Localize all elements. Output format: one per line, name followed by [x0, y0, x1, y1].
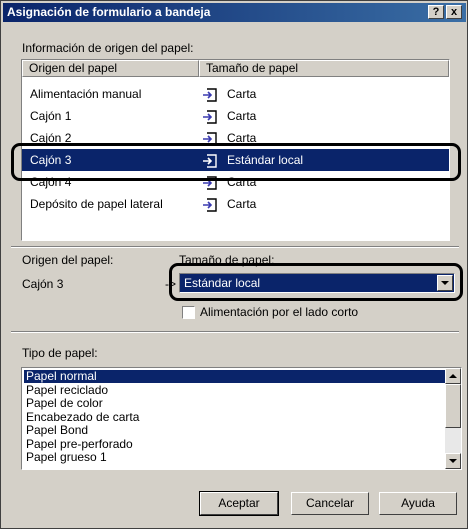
- scroll-down-icon[interactable]: [445, 453, 461, 469]
- help-icon[interactable]: ?: [428, 5, 444, 19]
- row-size: Carta: [227, 87, 257, 101]
- source-value: Cajón 3: [22, 277, 64, 291]
- list-item[interactable]: Papel normal: [24, 370, 445, 383]
- row-source: Depósito de papel lateral: [30, 197, 163, 211]
- list-item[interactable]: Papel Bond: [24, 424, 445, 437]
- help-button[interactable]: Ayuda: [379, 492, 457, 515]
- separator: [11, 331, 459, 333]
- scrollbar[interactable]: [445, 368, 461, 469]
- source-info-label: Información de origen del papel:: [22, 41, 194, 55]
- scroll-thumb[interactable]: [445, 384, 461, 428]
- column-header-size[interactable]: Tamaño de papel: [199, 60, 449, 77]
- source-field-label: Origen del papel:: [22, 253, 114, 267]
- list-item[interactable]: Papel grueso 1: [24, 451, 445, 464]
- callout-selected-row: [11, 143, 461, 181]
- column-header-source[interactable]: Origen del papel: [22, 60, 199, 77]
- paper-type-label: Tipo de papel:: [22, 346, 98, 360]
- table-row[interactable]: Cajón 1 Carta: [22, 105, 449, 127]
- row-size: Carta: [227, 197, 257, 211]
- window-title: Asignación de formulario a bandeja: [7, 5, 211, 19]
- title-bar[interactable]: Asignación de formulario a bandeja ? x: [3, 3, 466, 22]
- list-item[interactable]: Encabezado de carta: [24, 410, 445, 424]
- tray-assignment-dialog: Asignación de formulario a bandeja ? x I…: [0, 0, 468, 529]
- paper-type-list[interactable]: Papel normal Papel reciclado Papel de colo…: [21, 367, 462, 470]
- scroll-up-icon[interactable]: [445, 368, 461, 384]
- list-item[interactable]: Papel pre-perforado: [24, 437, 445, 451]
- row-size: Carta: [227, 109, 257, 123]
- table-row[interactable]: Depósito de papel lateral Carta: [22, 193, 449, 215]
- table-row[interactable]: Alimentación manual Carta: [22, 83, 449, 105]
- row-source: Alimentación manual: [30, 87, 142, 101]
- short-edge-label: Alimentación por el lado corto: [200, 305, 359, 319]
- list-item[interactable]: Papel de color: [24, 397, 445, 410]
- list-item[interactable]: Papel reciclado: [24, 383, 445, 397]
- paper-in-icon: [202, 87, 218, 102]
- cancel-button[interactable]: Cancelar: [291, 492, 369, 515]
- ok-button[interactable]: Aceptar: [199, 491, 279, 516]
- close-icon[interactable]: x: [446, 5, 462, 19]
- separator: [11, 246, 459, 248]
- callout-size-dropdown: [169, 263, 463, 301]
- short-edge-checkbox[interactable]: [182, 306, 195, 319]
- paper-in-icon: [202, 109, 218, 124]
- paper-in-icon: [202, 197, 218, 212]
- row-source: Cajón 1: [30, 109, 72, 123]
